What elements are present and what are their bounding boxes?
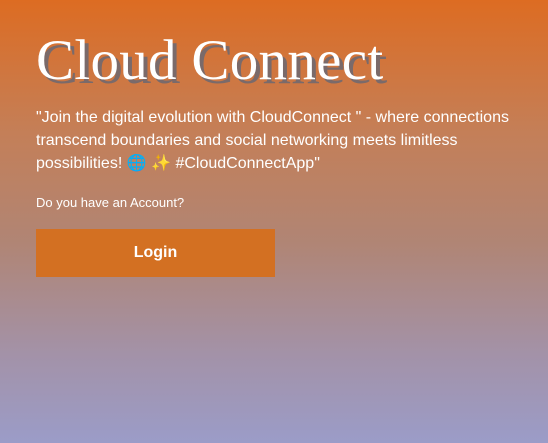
hero-section: Cloud Connect "Join the digital evolutio… — [36, 28, 536, 211]
tagline-text: "Join the digital evolution with CloudCo… — [36, 109, 509, 172]
login-button[interactable]: Login — [36, 229, 275, 277]
account-question: Do you have an Account? — [36, 195, 185, 210]
page-title: Cloud Connect — [36, 29, 384, 92]
